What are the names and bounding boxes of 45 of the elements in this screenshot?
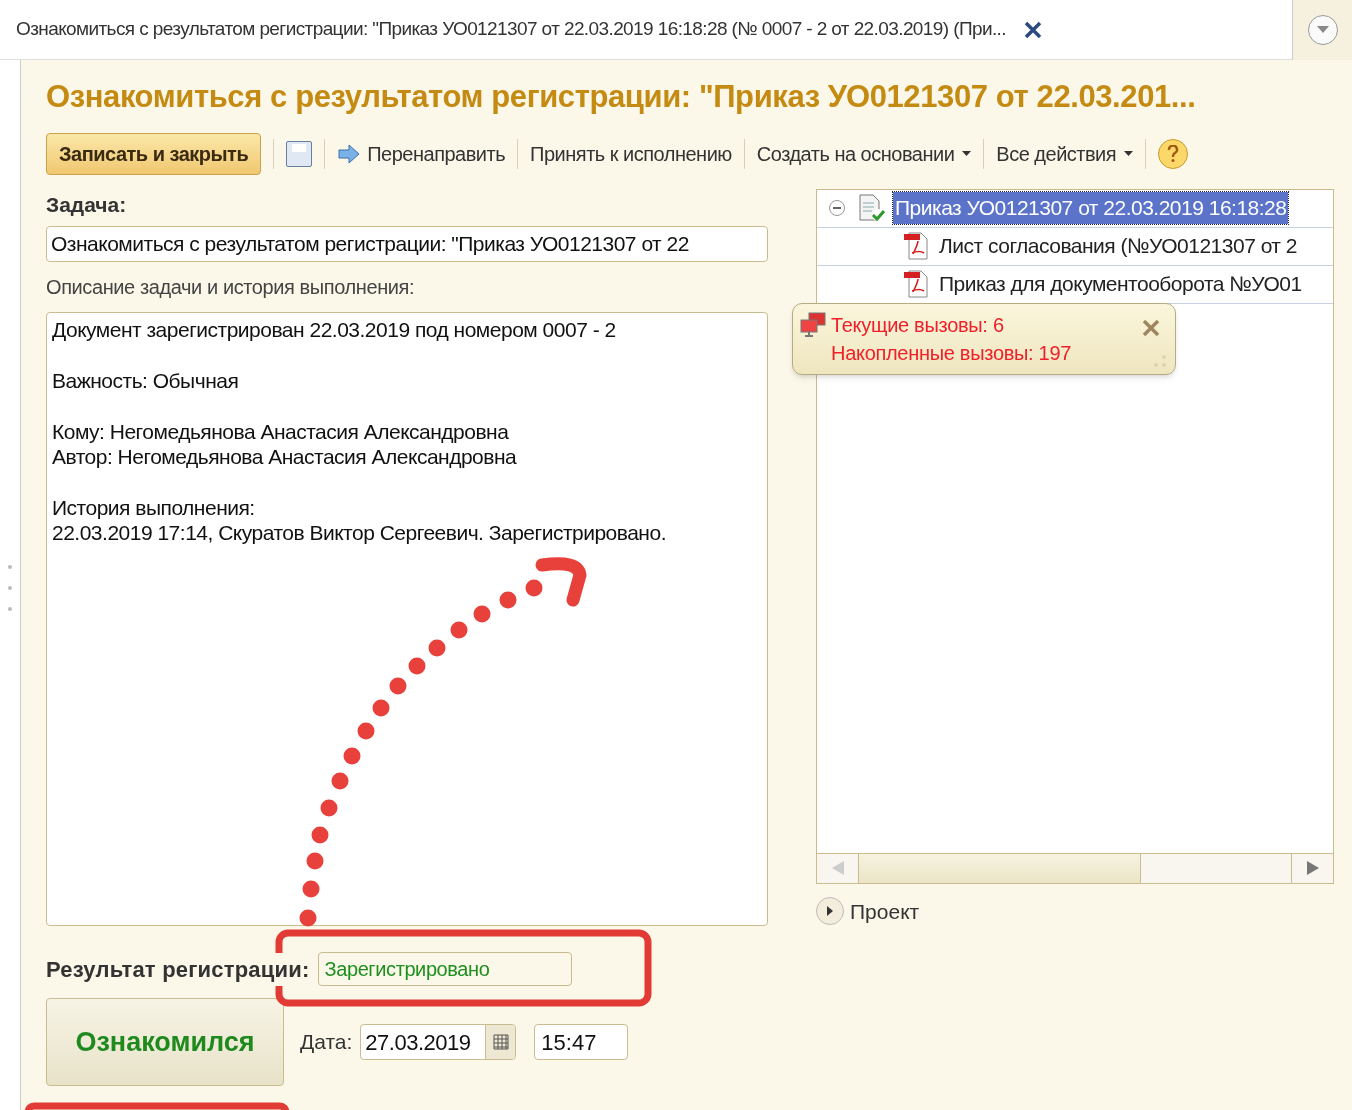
menu-button[interactable]: Создать на основании [756,138,972,169]
computers-icon [799,311,827,338]
pdf-file-icon [903,232,929,260]
splitter-grip-icon [7,563,13,613]
forward-button[interactable]: Перенаправить [337,138,506,169]
tree-item[interactable]: Приказ УО0121307 от 22.03.2019 16:18:28 [893,192,1289,224]
call-counter-text: Накопленные вызовы: 197 [831,341,1072,364]
help-icon[interactable] [1158,138,1189,169]
task-label: Задача: [46,191,128,218]
save-icon[interactable] [286,140,313,167]
resize-grip-icon [1153,353,1167,368]
project-section-label[interactable]: Проект [850,895,920,927]
date-label: Дата: [300,1029,353,1056]
description-line: Автор: Негомедьянова Анастасия Александровна [52,445,517,468]
calendar-icon[interactable] [485,1025,516,1059]
dropdown-icon[interactable] [1307,14,1338,45]
description-line: История выполнения: [52,496,255,519]
time-field[interactable]: 15:47 [534,1024,629,1060]
arrow-right-icon [337,142,362,165]
acknowledge-button[interactable]: Ознакомился [46,998,284,1086]
caret-icon [1124,151,1134,156]
scroll-thumb[interactable] [859,853,1141,883]
result-field[interactable]: Зарегистрировано [317,952,572,986]
description-line: Кому: Негомедьянова Анастасия Александровна [52,420,509,443]
description-field[interactable] [46,312,768,926]
result-label: Результат регистрации: [46,952,310,986]
task-field[interactable]: Ознакомиться с результатом регистрации: "Приказ УО0121307 от 22 [46,226,768,262]
document-check-icon [857,194,885,222]
expand-icon[interactable] [816,897,844,926]
description-line: 22.03.2019 17:14, Скуратов Виктор Сергеевич. Зарегистрировано. [52,521,666,544]
date-field[interactable]: 27.03.2019 [360,1024,517,1060]
menu-button[interactable]: Все действия [996,138,1134,169]
description-line: Важность: Обычная [52,369,239,392]
description-label: Описание задачи и история выполнения: [46,275,416,300]
accept-button[interactable]: Принять к исполнению [530,138,732,169]
pdf-file-icon [903,270,929,298]
tree-item[interactable]: Лист согласования (№УО0121307 от 2 [937,230,1299,262]
tab-title[interactable]: Ознакомиться с результатом регистрации: "Приказ УО0121307 от 22.03.2019 16:18:28 (№ 0007 - 2 от 22.03.2019) (При... [16,15,1006,44]
save-and-close-button[interactable]: Записать и закрыть [46,132,262,175]
horizontal-scrollbar[interactable] [817,852,1333,883]
form-title: Ознакомиться с результатом регистрации: "Приказ УО0121307 от 22.03.201... [46,78,1197,116]
caret-icon [962,151,972,156]
tree-item[interactable]: Приказ для документооборота №УО01 [937,268,1304,300]
description-line: Документ зарегистрирован 22.03.2019 под номером 0007 - 2 [52,318,616,341]
call-counter-text: Текущие вызовы: 6 [831,313,1004,336]
